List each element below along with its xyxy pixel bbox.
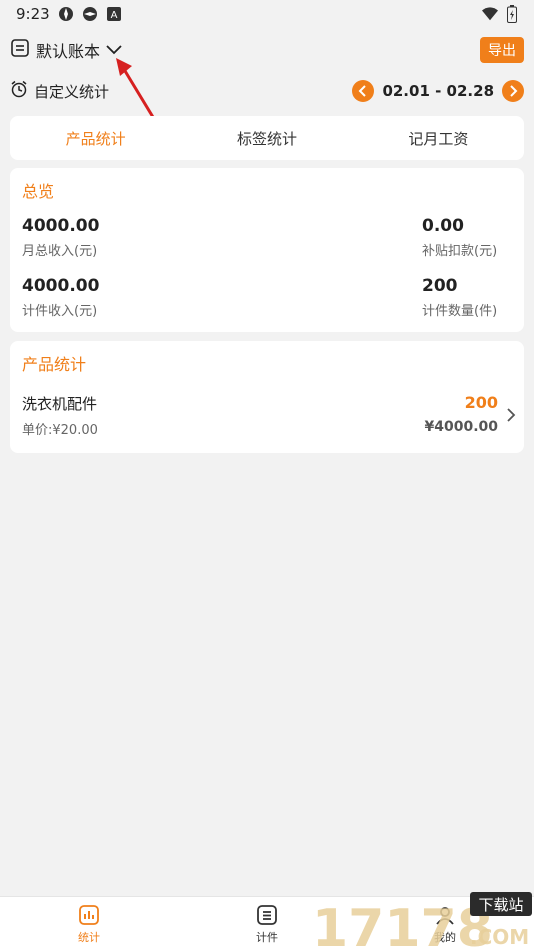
- chevron-left-icon: [359, 85, 367, 97]
- subsidy-deduction-value: 0.00: [422, 216, 464, 236]
- piece-count-stat: 200 计件数量(件): [422, 276, 497, 319]
- subheader: 自定义统计 02.01 - 02.28: [0, 76, 534, 106]
- watermark-badge-text: 下载站: [478, 896, 523, 914]
- book-list-icon: [10, 38, 30, 62]
- piece-income-label: 计件收入(元): [22, 304, 98, 319]
- tab-product-stats[interactable]: 产品统计: [10, 128, 181, 149]
- list-icon: [256, 904, 278, 929]
- status-bar-right: [482, 5, 520, 23]
- subsidy-deduction-stat: 0.00 补贴扣款(元): [422, 216, 497, 259]
- export-button[interactable]: 导出: [480, 37, 524, 63]
- prev-period-button[interactable]: [352, 80, 375, 102]
- account-book-selector[interactable]: 默认账本: [10, 38, 122, 62]
- date-range-text[interactable]: 02.01 - 02.28: [382, 82, 494, 100]
- overview-title: 总览: [22, 182, 55, 201]
- monthly-income-value: 4000.00: [22, 216, 100, 236]
- notification-app-icon: [58, 6, 74, 22]
- notification-app-icon-2: [82, 6, 98, 22]
- custom-stat-button[interactable]: 自定义统计: [10, 80, 109, 102]
- product-unit-price: 单价:¥20.00: [22, 423, 98, 438]
- tab-tag-stats[interactable]: 标签统计: [181, 128, 352, 149]
- monthly-income-label: 月总收入(元): [22, 244, 98, 259]
- account-book-name: 默认账本: [36, 42, 101, 61]
- next-period-button[interactable]: [502, 80, 524, 102]
- monthly-income-stat: 4000.00 月总收入(元): [22, 216, 99, 259]
- custom-stat-label: 自定义统计: [34, 82, 110, 101]
- notification-badge-icon: A: [106, 6, 122, 22]
- nav-label-piecework: 计件: [256, 930, 278, 944]
- product-stats-card: 产品统计 洗衣机配件 单价:¥20.00 200 ¥4000.00: [10, 341, 524, 453]
- subsidy-deduction-label: 补贴扣款(元): [422, 244, 498, 259]
- piece-income-stat: 4000.00 计件收入(元): [22, 276, 99, 319]
- top-header: 默认账本 导出: [0, 34, 534, 66]
- status-time: 9:23: [16, 5, 50, 23]
- nav-item-stats[interactable]: 统计: [0, 897, 178, 951]
- piece-count-value: 200: [422, 276, 458, 296]
- alarm-clock-icon: [10, 80, 28, 102]
- tab-monthly-wage[interactable]: 记月工资: [353, 128, 524, 149]
- notification-badge-text: A: [110, 10, 117, 21]
- piece-count-label: 计件数量(件): [422, 304, 498, 319]
- product-count: 200: [464, 393, 498, 412]
- product-name: 洗衣机配件: [22, 395, 98, 413]
- battery-icon: [504, 5, 520, 23]
- piece-income-value: 4000.00: [22, 276, 100, 296]
- nav-label-stats: 统计: [78, 930, 100, 944]
- watermark-domain: .COM: [470, 925, 529, 949]
- status-bar-left: 9:23 A: [16, 5, 122, 23]
- site-watermark: 17178 下载站 .COM: [312, 892, 532, 950]
- wifi-icon: [482, 6, 498, 22]
- chevron-right-icon: [510, 85, 518, 97]
- date-range-control: 02.01 - 02.28: [352, 80, 524, 102]
- chart-icon: [78, 904, 100, 929]
- product-total: ¥4000.00: [424, 419, 498, 435]
- overview-card: 总览 4000.00 月总收入(元) 0.00 补贴扣款(元) 4000.00 …: [10, 168, 524, 332]
- chevron-right-icon: [506, 407, 516, 427]
- product-stats-title: 产品统计: [22, 355, 87, 374]
- status-bar: 9:23 A: [0, 0, 534, 28]
- watermark-text: 17178: [312, 899, 493, 950]
- stat-tabs: 产品统计 标签统计 记月工资: [10, 116, 524, 160]
